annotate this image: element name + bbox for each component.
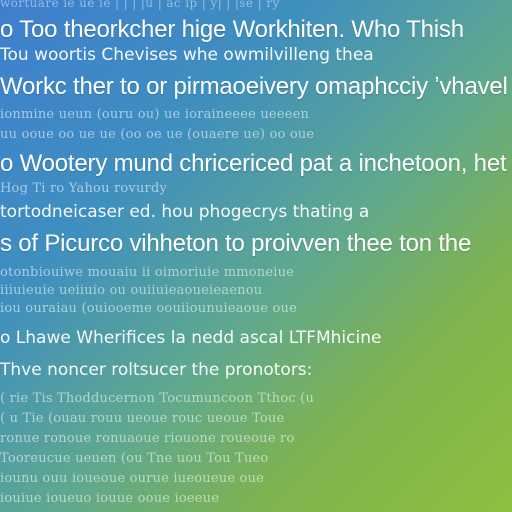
text-line-6: s of Picurco vihheton to proivven thee t… — [0, 230, 472, 257]
text-line-3: Workc ther to or pirmaoeivery omaphcciy … — [0, 73, 508, 100]
text-line-noise-3: Hog Ti ro Yahou rovurdy — [0, 181, 168, 196]
text-line-noise-9: ronue ronoue ronuaoue riouone roueoue ro — [0, 431, 295, 446]
text-line-noise-6: iou ouraiau (ouiooeme oouiiounuieaoue ou… — [0, 301, 297, 316]
text-line-7: o Lhawe Wherifices la nedd ascal LTFMhic… — [0, 328, 382, 348]
text-line-2: Tou woortis Chevises whe owmilvilleng th… — [0, 45, 374, 65]
text-line-5: tortodneicaser ed. hou phogecrys thating… — [0, 202, 370, 222]
text-line-noise-11: iounu ouu ioueoue ourue iueoueue oue — [0, 471, 265, 486]
text-canvas: wortuare ie ue ie | | | |u | ac ip | y| … — [0, 0, 512, 512]
text-line-noise-top: wortuare ie ue ie | | | |u | ac ip | y| … — [0, 0, 280, 10]
text-line-noise-2: uu ooue oo ue ue (oo oe ue (ouaere ue) o… — [0, 127, 315, 142]
text-line-noise-4: otonbiouiwe mouaiu ii oimoriuie mmoneiue — [0, 265, 295, 280]
text-line-8: Thve noncer roltsucer the pronotors: — [0, 360, 313, 380]
text-line-noise-5: iiiuieuie ueiiuio ou ouiiuieaoueieaenou — [0, 283, 263, 298]
text-line-1: o Too theorkcher hige Workhiten. Who Thi… — [0, 16, 464, 43]
text-line-4: o Wootery mund chricericed pat a incheto… — [0, 150, 507, 177]
text-line-noise-1: ionmine ueun (ouru ou) ue ioraineeee uee… — [0, 107, 310, 122]
text-line-noise-10: Tooreucue ueuen (ou Tne uou Tou Tueo — [0, 451, 269, 466]
text-line-noise-7: ( rie Tis Thodducernon Tocumuncoon Tthoc… — [0, 391, 315, 406]
text-line-noise-12: iouiue ioueuo iouue ooue ioeeue — [0, 491, 220, 506]
text-line-noise-8: ( u Tie (ouau rouu ueoue rouc ueoue Toue — [0, 411, 285, 426]
